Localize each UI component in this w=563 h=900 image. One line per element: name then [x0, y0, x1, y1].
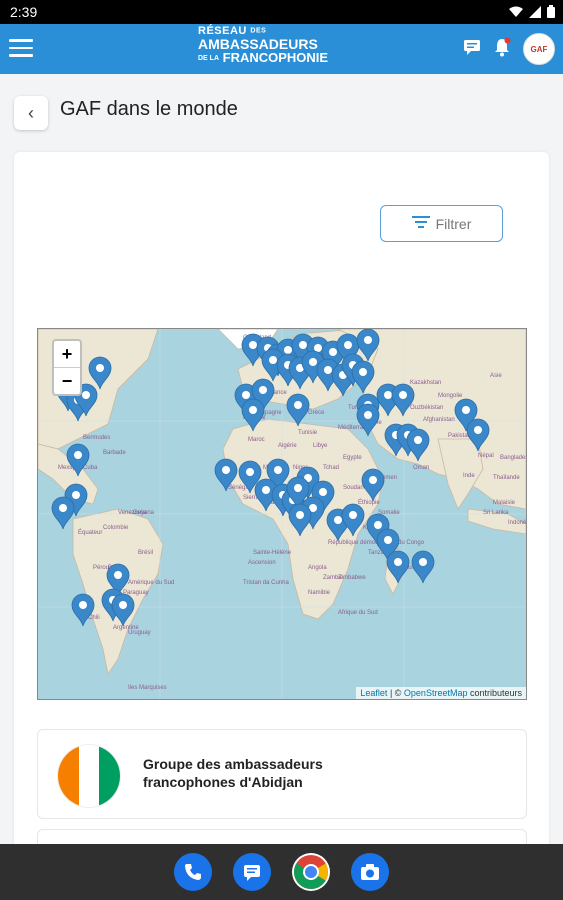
map-label: Uruguay: [128, 630, 151, 636]
flag-cote-divoire: [57, 744, 121, 808]
map-label: Colombie: [103, 525, 129, 531]
map-label: Brésil: [138, 550, 153, 556]
osm-link[interactable]: OpenStreetMap: [404, 688, 468, 698]
map-label: Oman: [413, 465, 429, 471]
back-button[interactable]: ‹: [14, 96, 48, 130]
messages-app-icon[interactable]: [233, 853, 271, 891]
map-label: Afghanistan: [423, 417, 455, 423]
map-attribution: Leaflet | © OpenStreetMap contributeurs: [356, 687, 526, 699]
filter-icon: [411, 215, 430, 232]
world-map[interactable]: Asie Kazakhstan Mongolie Ouzbékistan Afghani…: [37, 328, 527, 700]
map-label: Angola: [308, 565, 327, 571]
map-label: Egypte: [343, 455, 362, 461]
map-label: Kazakhstan: [410, 380, 441, 386]
chevron-left-icon: ‹: [28, 102, 34, 123]
map-label: Mongolie: [438, 393, 463, 399]
map-marker-icon[interactable]: [51, 496, 75, 530]
chat-icon[interactable]: [463, 38, 481, 61]
map-label: Algérie: [278, 443, 297, 449]
signal-icon: [529, 5, 541, 21]
map-label: Tunisie: [298, 430, 318, 436]
map-label: Maroc: [248, 437, 265, 443]
map-label: Malaisie: [493, 500, 516, 506]
filter-label: Filtrer: [435, 215, 472, 232]
map-label: Soudan: [343, 485, 364, 491]
notification-bell-icon[interactable]: [493, 37, 511, 62]
map-marker-icon[interactable]: [71, 593, 95, 627]
page-title: GAF dans le monde: [60, 98, 238, 120]
map-label: Barbade: [103, 450, 126, 456]
map-label: Tchad: [323, 465, 339, 471]
map-label: Sainte-Hélène: [253, 550, 292, 556]
map-label: Asie: [490, 373, 502, 379]
map-label: Ascension: [248, 560, 276, 566]
leaflet-link[interactable]: Leaflet: [360, 688, 387, 698]
map-label: Chili: [88, 615, 100, 621]
map-label: Grèce: [308, 410, 325, 416]
map-label: Tristan da Cunha: [243, 580, 289, 586]
phone-app-icon[interactable]: [174, 853, 212, 891]
wifi-icon: [509, 5, 523, 21]
camera-app-icon[interactable]: [351, 853, 389, 891]
system-dock: [0, 844, 563, 900]
map-label: Thaïlande: [493, 475, 520, 481]
group-name: Groupe des ambassadeurs francophones d'A…: [143, 756, 323, 790]
map-label: Équateur: [78, 529, 102, 536]
map-label: Afrique du Sud: [338, 610, 378, 616]
map-label: Ouzbékistan: [410, 405, 443, 411]
map-label: Libye: [313, 443, 328, 449]
status-icons: [509, 5, 555, 21]
avatar[interactable]: GAF: [523, 33, 555, 65]
map-label: Cuba: [83, 465, 98, 471]
menu-icon[interactable]: [9, 39, 33, 59]
map-label: Éthiopie: [358, 499, 380, 506]
map-label: Bangladesh: [500, 455, 526, 461]
status-bar: 2:39: [0, 0, 563, 24]
map-label: Sri Lanka: [483, 510, 509, 516]
map-label: Amérique du Sud: [128, 580, 174, 586]
app-logo: RÉSEAU DES AMBASSADEURS DE LA FRANCOPHON…: [198, 25, 329, 65]
map-label: Iles Marquises: [128, 685, 167, 691]
map-label: Indonésie: [508, 520, 526, 526]
filter-button[interactable]: Filtrer: [380, 205, 503, 242]
group-list-item[interactable]: Groupe des ambassadeurs francophones d'A…: [37, 729, 527, 819]
zoom-control: + −: [52, 339, 82, 396]
map-marker-icon[interactable]: [411, 550, 435, 584]
map-label: Inde: [463, 473, 475, 479]
zoom-in-button[interactable]: +: [54, 341, 80, 368]
app-bar: RÉSEAU DES AMBASSADEURS DE LA FRANCOPHON…: [0, 24, 563, 74]
status-time: 2:39: [10, 4, 38, 20]
battery-icon: [547, 5, 555, 21]
map-label: Népal: [478, 453, 494, 459]
map-label: Guyana: [133, 510, 155, 516]
map-label: Namibie: [308, 590, 331, 596]
chrome-app-icon[interactable]: [292, 853, 330, 891]
map-label: Bermudes: [83, 435, 110, 441]
map-label: Pérou: [93, 565, 109, 571]
zoom-out-button[interactable]: −: [54, 368, 80, 394]
map-label: Zimbabwe: [338, 575, 366, 581]
